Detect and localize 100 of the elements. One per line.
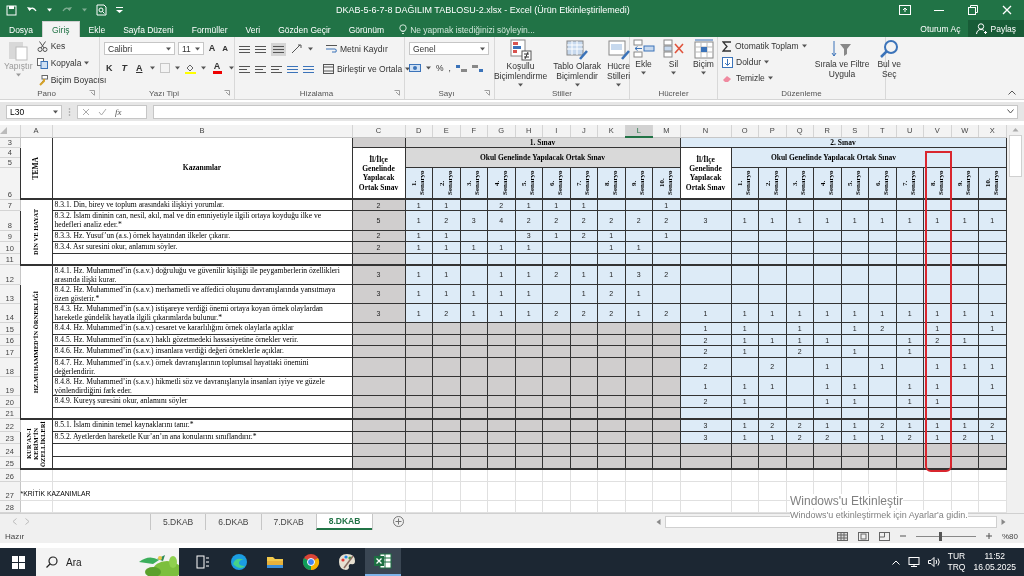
- styles-button[interactable]: Koşullu Biçimlendirme: [493, 39, 548, 87]
- underline-button[interactable]: A: [134, 63, 145, 73]
- caret-icon[interactable]: [174, 66, 180, 70]
- save-icon[interactable]: [6, 4, 17, 16]
- task-view-icon[interactable]: [196, 555, 210, 569]
- fill-button[interactable]: Doldur: [722, 55, 807, 69]
- caret-icon[interactable]: [641, 70, 646, 75]
- caret-icon[interactable]: [801, 44, 807, 48]
- merge-center-button[interactable]: Birleştir ve Ortala: [323, 62, 411, 76]
- align-center-icon[interactable]: [255, 64, 266, 74]
- find-select-button[interactable]: Bul ve Seç: [877, 39, 902, 87]
- name-box[interactable]: L30: [6, 104, 62, 119]
- caret-icon[interactable]: [53, 109, 58, 114]
- zoom-level-text[interactable]: %80: [1002, 531, 1018, 541]
- clock[interactable]: 11:52 16.05.2025: [973, 550, 1016, 574]
- align-bottom-icon[interactable]: [273, 44, 284, 54]
- fill-color-icon[interactable]: [184, 62, 196, 74]
- caret-icon[interactable]: [84, 61, 90, 65]
- restore-icon[interactable]: [968, 5, 978, 15]
- align-left-icon[interactable]: [239, 64, 250, 74]
- close-icon[interactable]: [1002, 5, 1012, 15]
- search-field[interactable]: Ara: [36, 548, 179, 576]
- styles-button[interactable]: Tablo Olarak Biçimlendir: [553, 39, 601, 87]
- cells-button[interactable]: Ekle: [632, 39, 655, 87]
- caret-icon[interactable]: [194, 46, 200, 51]
- italic-button[interactable]: T: [119, 63, 129, 73]
- ribbon-tab[interactable]: Veri: [236, 22, 270, 37]
- wave-app-icon[interactable]: [230, 553, 248, 571]
- ribbon-tab[interactable]: Giriş: [42, 21, 80, 37]
- caret-icon[interactable]: [149, 66, 155, 70]
- caret-icon[interactable]: [426, 66, 431, 70]
- collapse-ribbon-icon[interactable]: [1008, 90, 1016, 95]
- caret-icon[interactable]: [308, 47, 313, 51]
- caret-icon[interactable]: [764, 60, 770, 64]
- palette-icon[interactable]: [338, 553, 356, 571]
- share-button[interactable]: Paylaş: [968, 20, 1024, 37]
- sheet-tab[interactable]: 6.DKAB: [205, 513, 261, 530]
- scroll-left-icon[interactable]: [656, 518, 661, 525]
- comma-button[interactable]: ,: [448, 61, 451, 75]
- caret-icon[interactable]: [701, 70, 706, 75]
- shrink-font-button[interactable]: A: [220, 44, 230, 53]
- clear-button[interactable]: Temizle: [722, 71, 807, 85]
- windows-logo-icon[interactable]: [11, 555, 25, 569]
- font-color-button[interactable]: A: [210, 62, 224, 74]
- tell-me-field[interactable]: Ne yapmak istediğinizi söyleyin...: [410, 24, 535, 35]
- spreadsheet-icon[interactable]: [374, 553, 392, 569]
- ribbon-display-icon[interactable]: [899, 5, 911, 15]
- sheet-tab[interactable]: 8.DKAB: [315, 513, 373, 530]
- number-format-field[interactable]: Genel: [409, 42, 489, 55]
- orientation-icon[interactable]: [291, 44, 303, 54]
- scrollbar-thumb[interactable]: [1008, 135, 1022, 177]
- caret-icon[interactable]: [671, 70, 676, 75]
- bold-button[interactable]: K: [104, 63, 115, 73]
- customize-icon[interactable]: [116, 7, 123, 13]
- align-right-icon[interactable]: [271, 64, 282, 74]
- browser-icon[interactable]: [302, 553, 320, 571]
- font-family-field[interactable]: Calibri: [104, 42, 175, 55]
- language-indicator[interactable]: TUR: [947, 550, 966, 562]
- styles-button[interactable]: Hücre Stilleri: [606, 39, 631, 87]
- cells-button[interactable]: Sil: [662, 39, 685, 87]
- caret-icon[interactable]: [405, 67, 411, 71]
- align-middle-icon[interactable]: [255, 44, 266, 54]
- normal-view-icon[interactable]: [837, 531, 848, 541]
- copy-button[interactable]: Kopyala: [36, 56, 107, 70]
- network-icon[interactable]: [907, 557, 920, 567]
- increase-decimal-icon[interactable]: [455, 63, 467, 73]
- currency-icon[interactable]: [409, 63, 421, 73]
- sheet-tab[interactable]: 7.DKAB: [260, 513, 316, 530]
- caret-icon[interactable]: [200, 66, 206, 70]
- decrease-indent-icon[interactable]: [287, 64, 298, 74]
- caret-icon[interactable]: [767, 76, 773, 80]
- page-break-icon[interactable]: [879, 531, 890, 541]
- insert-function-button[interactable]: fx: [115, 106, 122, 117]
- speaker-icon[interactable]: [927, 557, 940, 567]
- caret-icon[interactable]: [228, 66, 234, 70]
- sign-in-link[interactable]: Oturum Aç: [912, 23, 969, 34]
- format-cells-icon[interactable]: [692, 39, 715, 59]
- expand-icon[interactable]: [1007, 109, 1014, 114]
- format-painter-button[interactable]: Biçim Boyacısı: [36, 73, 107, 87]
- increase-indent-icon[interactable]: [303, 64, 314, 74]
- align-top-icon[interactable]: [239, 44, 250, 54]
- ribbon-tab[interactable]: Görünüm: [339, 22, 394, 37]
- ribbon-tab[interactable]: Dosya: [0, 22, 43, 37]
- ribbon-tab[interactable]: Formüller: [182, 22, 237, 37]
- sheet-tab[interactable]: 5.DKAB: [150, 513, 206, 530]
- chevron-up-icon[interactable]: [891, 559, 900, 565]
- sort-filter-button[interactable]: Sırala ve Filtre Uygula: [814, 39, 870, 87]
- slider-thumb[interactable]: [938, 531, 942, 541]
- add-sheet-icon[interactable]: [393, 516, 405, 528]
- folder-icon[interactable]: [266, 554, 284, 570]
- table-format-icon[interactable]: [566, 39, 589, 61]
- print-preview-icon[interactable]: [96, 4, 107, 16]
- lightbulb-icon[interactable]: [399, 24, 408, 35]
- caret-icon[interactable]: [518, 82, 524, 87]
- formula-field[interactable]: [153, 104, 1018, 119]
- delete-cells-icon[interactable]: [662, 39, 685, 59]
- caret-icon[interactable]: [47, 8, 52, 12]
- percent-button[interactable]: %: [436, 61, 444, 75]
- caret-icon[interactable]: [574, 82, 580, 87]
- caret-icon[interactable]: [480, 46, 485, 51]
